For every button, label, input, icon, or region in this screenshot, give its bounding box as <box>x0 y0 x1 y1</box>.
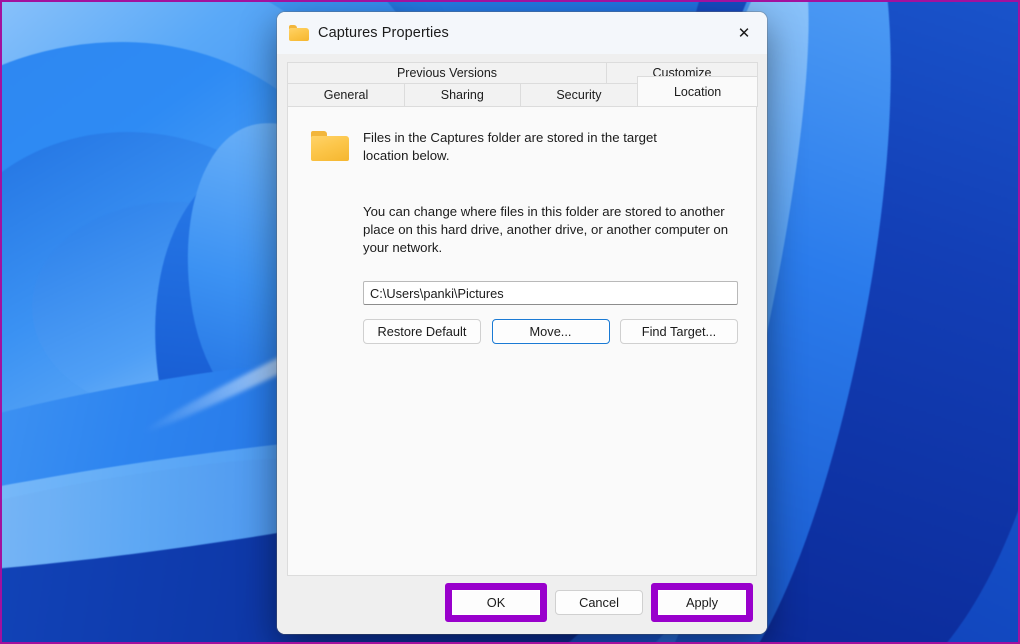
tab-row-lower: General Sharing Security Location <box>287 76 758 107</box>
intro-row: Files in the Captures folder are stored … <box>308 129 736 165</box>
ok-button[interactable]: OK <box>452 589 540 615</box>
tab-location[interactable]: Location <box>637 76 758 107</box>
dialog-footer: OK Cancel Apply <box>277 576 767 634</box>
screenshot-root: Captures Properties ✕ Previous Versions … <box>0 0 1020 644</box>
apply-button[interactable]: Apply <box>658 589 746 615</box>
restore-default-button[interactable]: Restore Default <box>363 319 481 344</box>
move-button[interactable]: Move... <box>491 319 610 344</box>
dialog-title: Captures Properties <box>318 25 449 41</box>
location-action-buttons: Restore Default Move... Find Target... <box>363 319 738 344</box>
description-text: You can change where files in this folde… <box>363 204 729 255</box>
folder-icon <box>311 131 349 161</box>
dialog-title-bar: Captures Properties ✕ <box>277 12 767 54</box>
cancel-button[interactable]: Cancel <box>555 589 643 615</box>
tab-strip: Previous Versions Customize General Shar… <box>277 54 767 107</box>
tab-previous-versions[interactable]: Previous Versions <box>287 62 607 83</box>
tab-sharing[interactable]: Sharing <box>403 83 521 107</box>
ok-button-highlight: OK <box>445 582 547 622</box>
tab-security[interactable]: Security <box>519 83 639 107</box>
folder-path-input[interactable]: C:\Users\panki\Pictures <box>363 281 738 305</box>
find-target-button[interactable]: Find Target... <box>620 319 738 344</box>
apply-button-highlight: Apply <box>651 582 753 622</box>
folder-icon <box>289 25 309 41</box>
captures-properties-dialog: Captures Properties ✕ Previous Versions … <box>277 12 767 634</box>
intro-text: Files in the Captures folder are stored … <box>363 130 657 163</box>
cancel-slot: Cancel <box>555 589 643 615</box>
close-icon[interactable]: ✕ <box>721 12 767 54</box>
location-tab-panel: Files in the Captures folder are stored … <box>287 107 757 576</box>
tab-general[interactable]: General <box>287 83 405 107</box>
